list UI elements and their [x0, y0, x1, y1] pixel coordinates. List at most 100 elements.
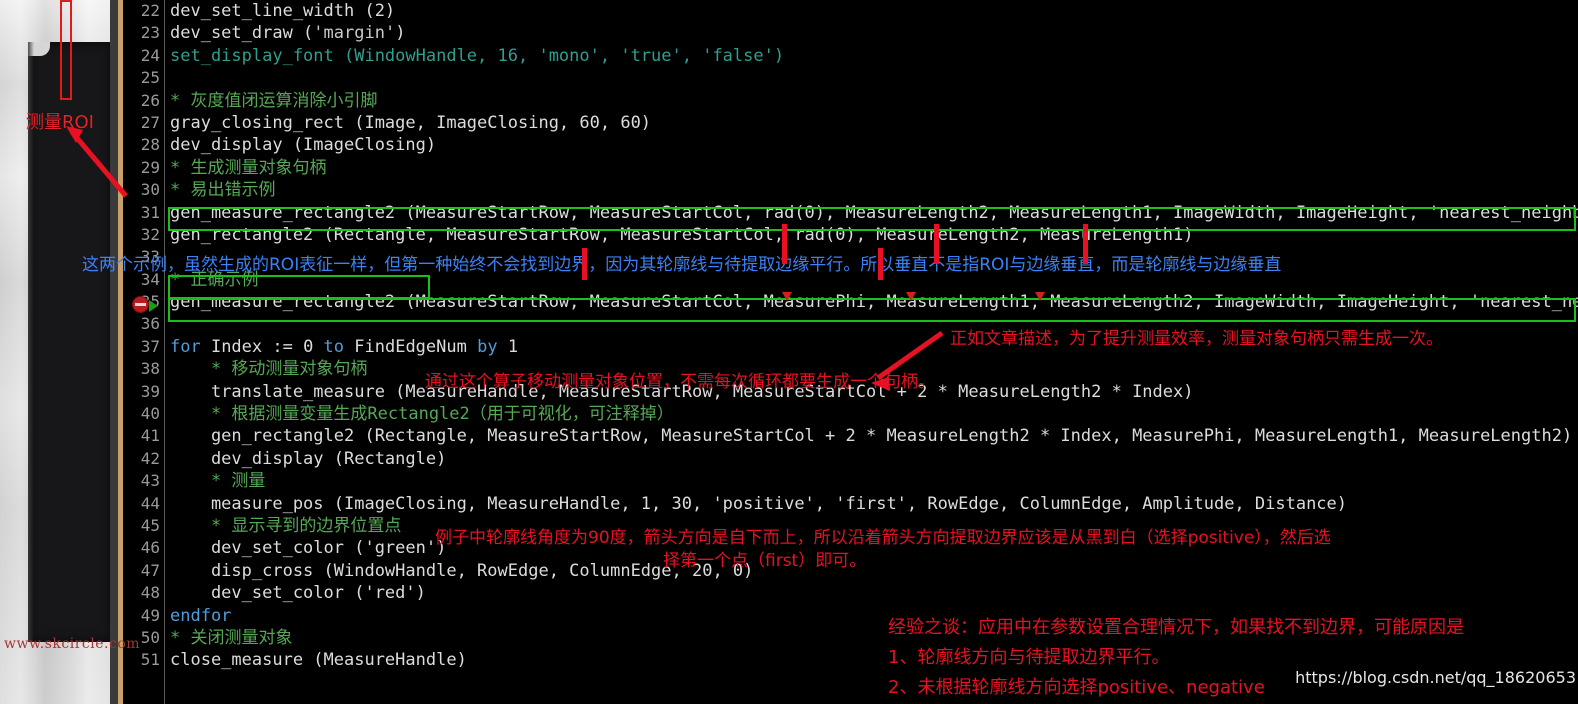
code-line-text: gray_closing_rect (Image, ImageClosing, …: [170, 112, 651, 134]
code-token: dev_set_color ('green'): [170, 538, 447, 559]
code-token: * 根据测量变量生成Rectangle2（用于可视化，可注释掉）: [170, 404, 674, 425]
code-editor[interactable]: 22 dev_set_line_width (2) 23 dev_set_draw (…: [118, 0, 1578, 704]
code-token: dev_display (ImageClosing): [170, 135, 437, 156]
line-number: 22: [140, 1, 160, 20]
code-token: FindEdgeNum: [344, 336, 478, 357]
code-token: dev_set_color ('red'): [170, 583, 426, 604]
annotation-translate-note: 通过这个算子移动测量对象位置，不需每次循环都要生成一个句柄。: [425, 372, 935, 392]
line-number: 37: [140, 336, 160, 356]
code-token: * 灰度值闭运算消除小引脚: [170, 90, 378, 111]
code-token: to: [323, 336, 345, 357]
line-number: 51: [140, 650, 160, 670]
code-token: 'margin': [313, 23, 396, 44]
code-line[interactable]: 40 * 根据测量变量生成Rectangle2（用于可视化，可注释掉）: [118, 403, 1578, 425]
line-number: 30: [140, 180, 160, 200]
code-token: * 显示寻到的边界位置点: [170, 515, 402, 536]
code-line-text: * 根据测量变量生成Rectangle2（用于可视化，可注释掉）: [170, 403, 674, 425]
code-line-text: * 灰度值闭运算消除小引脚: [170, 90, 377, 112]
code-token: close_measure (MeasureHandle): [170, 650, 467, 671]
line-number: 47: [140, 560, 160, 580]
code-line[interactable]: 32 gen_rectangle2 (Rectangle, MeasureStar…: [118, 224, 1578, 246]
line-number: 31: [140, 202, 160, 222]
line-number: 29: [140, 157, 160, 177]
code-token: by: [477, 336, 498, 357]
code-token: * 易出错示例: [170, 180, 276, 201]
code-line[interactable]: 24 set_display_font (WindowHandle, 16, 'm…: [118, 45, 1578, 67]
code-line[interactable]: 29 * 生成测量对象句柄: [118, 157, 1578, 179]
code-line[interactable]: 48 dev_set_color ('red'): [118, 582, 1578, 604]
code-line-text: measure_pos (ImageClosing, MeasureHandle…: [170, 493, 1347, 515]
annotation-efficiency-note: 正如文章描述，为了提升测量效率，测量对象句柄只需生成一次。: [950, 329, 1443, 349]
code-token: gen_measure_rectangle2 (MeasureStartRow,…: [170, 292, 1578, 313]
code-line[interactable]: 28 dev_display (ImageClosing): [118, 134, 1578, 156]
code-token: gray_closing_rect (Image, ImageClosing, …: [170, 112, 652, 133]
execution-arrow-icon: [149, 300, 158, 312]
code-line-text: dev_display (Rectangle): [170, 448, 446, 470]
line-number: 41: [140, 426, 160, 446]
annotation-blue-note: 这两个示例，虽然生成的ROI表征一样，但第一种始终不会找到边界，因为其轮廓线与待…: [82, 255, 1282, 275]
line-number: 43: [140, 471, 160, 491]
code-line-text: * 显示寻到的边界位置点: [170, 515, 401, 537]
code-line-text: * 易出错示例: [170, 179, 275, 201]
code-line[interactable]: 26 * 灰度值闭运算消除小引脚: [118, 90, 1578, 112]
code-line-text: dev_set_color ('red'): [170, 582, 426, 604]
line-number: 44: [140, 493, 160, 513]
line-number: 25: [140, 68, 160, 88]
code-token: gen_measure_rectangle2 (MeasureStartRow,…: [170, 202, 1578, 223]
code-token: dev_set_draw (: [170, 23, 314, 44]
code-line[interactable]: 25: [118, 67, 1578, 89]
code-token: for: [170, 336, 201, 357]
code-token: ): [395, 23, 406, 44]
line-number: 42: [140, 448, 160, 468]
breakpoint-icon[interactable]: [132, 296, 149, 313]
code-token: dev_display (Rectangle): [170, 448, 447, 469]
code-line[interactable]: 35 gen_measure_rectangle2 (MeasureStartRo…: [118, 291, 1578, 313]
line-number: 27: [140, 112, 160, 132]
code-token: gen_rectangle2 (Rectangle, MeasureStartR…: [170, 224, 1194, 245]
line-number: 46: [140, 538, 160, 558]
code-token: endfor: [170, 605, 232, 626]
code-token: dev_set_line_width (2): [170, 1, 396, 21]
code-line[interactable]: 22 dev_set_line_width (2): [118, 0, 1578, 22]
code-line-text: dev_set_line_width (2): [170, 0, 395, 22]
code-token: * 测量: [170, 471, 266, 492]
code-line-text: * 移动测量对象句柄: [170, 358, 367, 380]
annotation-experience-item-1: 1、轮廓线方向与待提取边界平行。: [888, 647, 1170, 668]
code-token: * 关闭测量对象: [170, 627, 293, 648]
sample-image-panel: 测量ROI: [0, 0, 118, 704]
code-line[interactable]: 43 * 测量: [118, 470, 1578, 492]
line-number: 49: [140, 605, 160, 625]
annotation-positive-note-line1: 例子中轮廓线角度为90度，箭头方向是自下而上，所以沿着箭头方向提取边界应该是从黑…: [435, 528, 1331, 548]
line-number: 45: [140, 515, 160, 535]
code-line[interactable]: 31 gen_measure_rectangle2 (MeasureStartRo…: [118, 202, 1578, 224]
code-line-text: gen_measure_rectangle2 (MeasureStartRow,…: [170, 291, 1578, 313]
line-number: 28: [140, 135, 160, 155]
code-line[interactable]: 41 gen_rectangle2 (Rectangle, MeasureSta…: [118, 425, 1578, 447]
measure-roi-label: 测量ROI: [26, 112, 94, 133]
code-line[interactable]: 27 gray_closing_rect (Image, ImageClosing…: [118, 112, 1578, 134]
code-token: * 生成测量对象句柄: [170, 157, 327, 178]
code-line-text: gen_rectangle2 (Rectangle, MeasureStartR…: [170, 224, 1194, 246]
code-line-text: dev_set_color ('green'): [170, 537, 446, 559]
annotation-experience-title: 经验之谈：应用中在参数设置合理情况下，如果找不到边界，可能原因是: [888, 617, 1464, 638]
code-line-text: dev_set_draw ('margin'): [170, 22, 405, 44]
code-token: * 移动测量对象句柄: [170, 359, 368, 380]
watermark-right: https://blog.csdn.net/qq_18620653: [1295, 668, 1576, 687]
code-line[interactable]: 44 measure_pos (ImageClosing, MeasureHan…: [118, 493, 1578, 515]
code-line-text: gen_rectangle2 (Rectangle, MeasureStartR…: [170, 425, 1572, 447]
code-line-text: * 关闭测量对象: [170, 627, 292, 649]
code-token: measure_pos (ImageClosing, MeasureHandle…: [170, 493, 1348, 514]
code-line[interactable]: 30 * 易出错示例: [118, 179, 1578, 201]
line-number: 36: [140, 314, 160, 334]
line-number: 39: [140, 381, 160, 401]
watermark-left: www.skcircle.com: [4, 636, 141, 652]
line-number: 23: [140, 23, 160, 43]
code-line[interactable]: 23 dev_set_draw ('margin'): [118, 22, 1578, 44]
code-line[interactable]: 42 dev_display (Rectangle): [118, 448, 1578, 470]
image-panel-right-strip: [110, 0, 118, 704]
code-token: 1: [497, 336, 519, 357]
code-token: set_display_font (WindowHandle, 16, 'mon…: [170, 45, 785, 66]
code-line-text: for Index := 0 to FindEdgeNum by 1: [170, 336, 518, 358]
measure-roi-rectangle: [60, 0, 72, 100]
code-line-text: gen_measure_rectangle2 (MeasureStartRow,…: [170, 202, 1578, 224]
